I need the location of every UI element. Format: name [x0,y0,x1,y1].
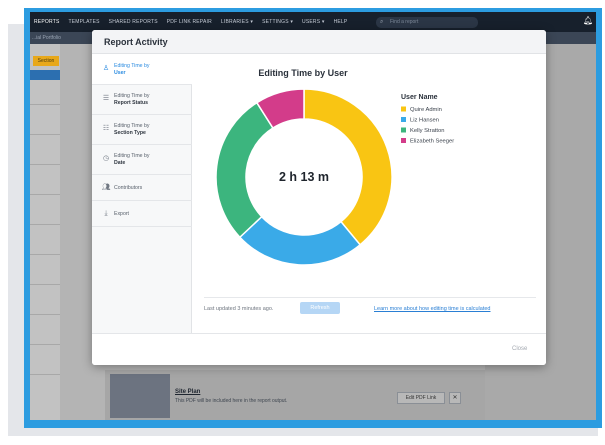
sidebar-item-label: Editing Time by [114,153,150,159]
sidebar-item-export[interactable]: ⤓ Export [92,201,192,227]
sidebar-item-label: Section Type [114,129,146,136]
site-plan-thumbnail [110,374,170,418]
divider [30,374,60,375]
main-nav: REPORTS TEMPLATES SHARED REPORTS PDF LIN… [30,19,347,25]
sidebar-item-contributors[interactable]: 👥︎ Contributors [92,175,192,201]
sidebar-item-editing-time-by-date[interactable]: ◷ Editing Time by Date [92,145,192,175]
legend-swatch [401,127,406,133]
sidebar-item-label: Editing Time by [114,123,150,129]
sidebar-item-label: User [114,69,126,76]
section-icon: ☷ [102,125,110,132]
sidebar-item-editing-time-by-user[interactable]: ♙ Editing Time by User [92,55,192,85]
legend-swatch [401,106,406,112]
learn-more-link[interactable]: Learn more about how editing time is cal… [374,306,490,312]
donut-slice-liz-hansen[interactable] [238,215,362,266]
nav-shared-reports[interactable]: SHARED REPORTS [109,19,158,25]
status-icon: ☰ [102,95,110,102]
sidebar-item-editing-time-by-report-status[interactable]: ☰ Editing Time by Report Status [92,85,192,115]
close-button[interactable]: Close [512,346,527,352]
legend-swatch [401,138,406,143]
legend-label: Quire Admin [410,107,442,113]
divider [30,194,60,195]
left-panel [30,44,60,420]
legend-label: Elizabeth Seeger [410,139,454,145]
divider [30,104,60,105]
sidebar-item-label: Editing Time by [114,93,150,99]
modal-title: Report Activity [104,37,168,47]
site-plan-subtitle: This PDF will be included here in the re… [175,398,288,404]
editing-time-chart: Editing Time by User 2 h 13 m User Name … [215,68,454,266]
sidebar-item-label: Date [114,159,126,166]
divider [30,134,60,135]
report-activity-modal: Report Activity ♙ Editing Time by User ☰… [92,30,546,365]
export-icon: ⤓ [104,210,108,217]
sidebar-item-label: Export [114,211,129,217]
refresh-button[interactable]: Refresh [300,302,340,314]
top-navigation-bar: REPORTS TEMPLATES SHARED REPORTS PDF LIN… [30,12,596,32]
sidebar-item-label: Report Status [114,99,149,106]
divider [30,344,60,345]
nav-help[interactable]: HELP [334,19,348,25]
legend-swatch [401,117,406,122]
donut-slice-quire-admin[interactable] [303,88,393,246]
modal-sidebar: ♙ Editing Time by User ☰ Editing Time by… [92,55,192,333]
sidebar-item-editing-time-by-section-type[interactable]: ☷ Editing Time by Section Type [92,115,192,145]
divider [30,254,60,255]
chart-legend: Quire Admin Liz Hansen Kelly Stratton Eliza… [401,106,454,145]
user-icon: ♙ [102,65,110,72]
nav-libraries[interactable]: LIBRARIES ▾ [221,19,253,25]
legend-label: Liz Hansen [410,118,439,124]
contributors-icon: 👥︎ [101,184,111,191]
nav-templates[interactable]: TEMPLATES [68,19,99,25]
selected-row-strip [30,70,60,80]
last-updated-text: Last updated 3 minutes ago. [204,306,274,312]
modal-footer: Close [92,333,546,365]
sidebar-item-label: Editing Time by [114,63,150,69]
edit-pdf-link-button[interactable]: Edit PDF Link [397,392,445,404]
legend-label: Kelly Stratton [410,128,444,134]
nav-users[interactable]: USERS ▾ [302,19,325,25]
divider [30,284,60,285]
site-plan-title[interactable]: Site Plan [175,389,200,395]
date-icon: ◷ [102,155,110,162]
search-input[interactable]: ⌕ Find a report [376,17,478,28]
modal-header: Report Activity [92,30,546,54]
screenshot-stage: REPORTS TEMPLATES SHARED REPORTS PDF LIN… [0,0,605,445]
sidebar-item-label: Contributors [114,185,143,191]
section-button[interactable]: Section [33,56,59,66]
modal-content: Editing Time by User 2 h 13 m User Name … [193,55,546,333]
chart-title: Editing Time by User [258,68,348,78]
divider [30,314,60,315]
chart-center-label: 2 h 13 m [279,170,329,184]
notification-bell-icon[interactable]: 🔔︎ [583,16,593,25]
content-divider [204,297,536,298]
divider [30,164,60,165]
legend-title: User Name [401,94,438,101]
donut-slice-kelly-stratton[interactable] [215,101,274,239]
remove-pdf-button[interactable]: ✕ [449,392,461,404]
divider [30,224,60,225]
nav-pdf-link-repair[interactable]: PDF LINK REPAIR [167,19,212,25]
nav-settings[interactable]: SETTINGS ▾ [262,19,293,25]
search-placeholder: Find a report [390,19,419,25]
nav-reports[interactable]: REPORTS [34,19,59,25]
search-icon: ⌕ [380,19,384,25]
